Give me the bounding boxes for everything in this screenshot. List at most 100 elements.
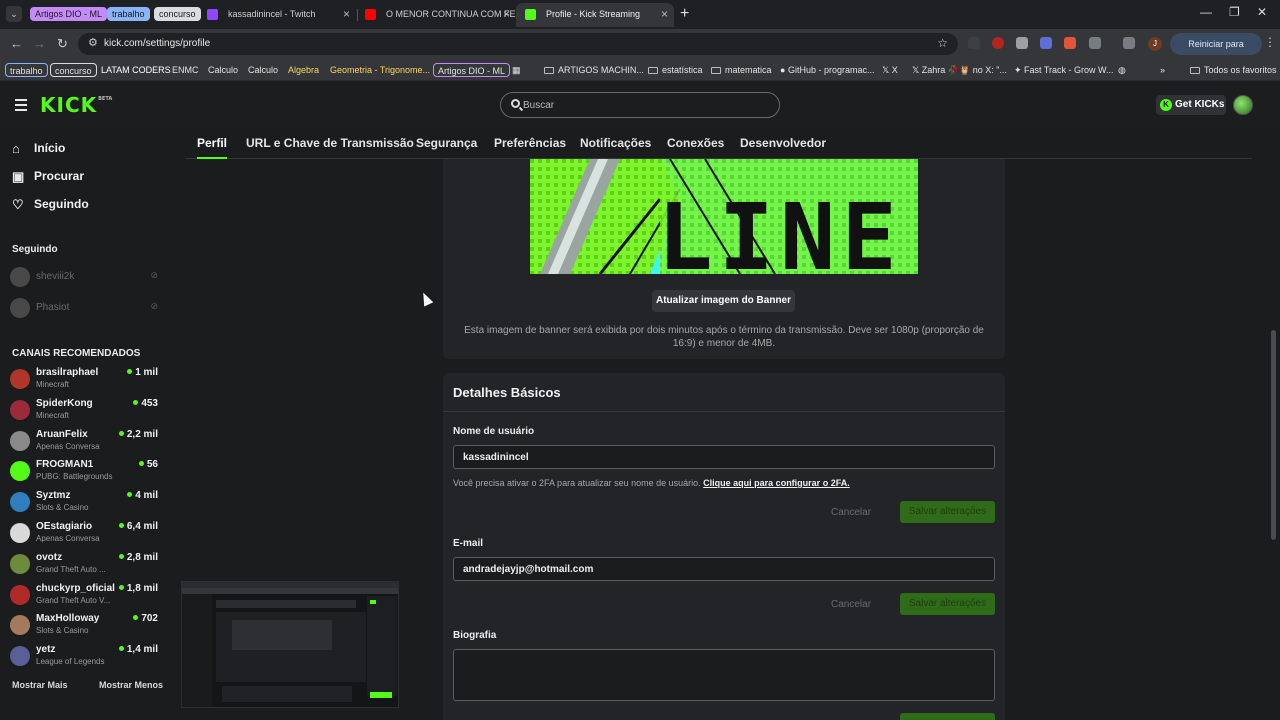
get-kicks-button[interactable]: K Get KICKs [1156,95,1226,115]
close-tab-icon[interactable]: × [503,3,510,26]
divider [443,411,1005,412]
close-tab-icon[interactable]: × [343,3,350,26]
menu-hamburger-icon[interactable] [15,99,27,114]
tab-group-trabalho[interactable]: trabalho [107,7,150,21]
extension-icon[interactable] [968,37,980,49]
tab-preferencias[interactable]: Preferências [494,136,566,150]
bookmark-group-trabalho[interactable]: trabalho [5,63,48,77]
bookmark-item[interactable]: 𝕏 Zahra 🥀🦉 no X: "... [912,63,1007,77]
apps-grid-icon[interactable]: ▦ [512,63,521,77]
browser-menu-icon[interactable]: ⋮ [1264,35,1276,49]
extension-icon[interactable] [1016,37,1028,49]
recommended-channel[interactable]: brasilraphael Minecraft 1 mil [10,367,160,397]
extension-icon[interactable] [1040,37,1052,49]
save-email-button[interactable]: Salvar alterações [900,593,995,615]
recommended-channel[interactable]: yetz League of Legends 1,4 mil [10,644,160,674]
browser-tab-twitch[interactable]: kassadinincel - Twitch × [198,3,356,27]
tab-url-chave[interactable]: URL e Chave de Transmissão [246,136,414,150]
site-info-icon[interactable]: ⚙ [88,36,98,49]
cancel-email-button[interactable]: Cancelar [831,599,871,610]
tab-notificacoes[interactable]: Notificações [580,136,651,150]
following-channel[interactable]: sheviii2k ⊘ [10,265,160,287]
bookmark-group-artigos[interactable]: Artigos DIO - ML [433,63,511,77]
back-icon[interactable]: ← [10,36,23,51]
restore-icon[interactable]: ❐ [1229,5,1240,19]
recommended-channel[interactable]: SpiderKong Minecraft 453 [10,398,160,428]
globe-icon[interactable]: ◍ [1118,63,1126,77]
channel-name: SpiderKong [36,397,93,409]
recommended-channel[interactable]: ovotz Grand Theft Auto ... 2,8 mil [10,552,160,582]
ublock-icon[interactable] [992,37,1004,49]
bookmark-item[interactable]: Calculo [208,63,238,77]
save-bio-button[interactable] [900,713,995,720]
channel-name: sheviii2k [36,271,75,282]
screen-share-preview[interactable] [181,581,399,708]
bookmark-item[interactable]: Algebra [288,63,319,77]
recommended-channel[interactable]: AruanFelix Apenas Conversa 2,2 mil [10,429,160,459]
forward-icon[interactable]: → [33,36,46,51]
bookmark-folder[interactable]: estatística [648,63,703,77]
update-banner-button[interactable]: Atualizar imagem do Banner [652,290,795,312]
recommended-channel[interactable]: chuckyrp_oficial Grand Theft Auto V... 1,8… [10,583,160,613]
extensions-puzzle-icon[interactable] [1089,37,1101,49]
show-less-link[interactable]: Mostrar Menos [99,680,163,690]
profile-avatar[interactable]: J [1148,37,1162,51]
search-input[interactable]: Buscar [500,92,780,118]
kick-logo[interactable]: KICKBETA [40,93,112,117]
url-text[interactable]: kick.com/settings/profile [104,38,210,49]
recommended-channel[interactable]: MaxHolloway Slots & Casino 702 [10,613,160,643]
all-bookmarks-folder[interactable]: Todos os favoritos [1190,63,1277,77]
minimize-icon[interactable]: — [1200,5,1212,19]
reading-list-icon[interactable] [1123,37,1135,49]
new-tab-icon[interactable]: + [680,5,689,23]
tab-desenvolvedor[interactable]: Desenvolvedor [740,136,826,150]
channel-name: brasilraphael [36,367,99,378]
reload-icon[interactable]: ↻ [57,36,68,52]
browser-tab-kick[interactable]: Profile - Kick Streaming × [516,3,674,27]
address-bar[interactable]: ⚙ kick.com/settings/profile ☆ [78,33,958,55]
bookmark-item[interactable]: Geometria - Trigonome... [330,63,430,77]
cancel-username-button[interactable]: Cancelar [831,507,871,518]
channel-category: Slots & Casino [36,503,89,513]
show-more-link[interactable]: Mostrar Mais [12,680,68,690]
more-bookmarks-icon[interactable]: » [1160,63,1165,77]
bookmark-star-icon[interactable]: ☆ [937,36,948,50]
username-field[interactable]: kassadinincel [453,445,995,469]
bookmark-item[interactable]: LATAM CODERS [101,63,171,77]
extension-icon[interactable] [1064,37,1076,49]
sidebar-item-inicio[interactable]: ⌂ Início [12,138,65,158]
sidebar-item-seguindo[interactable]: ♡ Seguindo [12,194,89,214]
email-field[interactable]: andradejayjp@hotmail.com [453,557,995,581]
close-tab-icon[interactable]: × [661,3,668,26]
save-username-button[interactable]: Salvar alterações [900,501,995,523]
bookmark-folder[interactable]: matematica [711,63,772,77]
tab-group-concurso[interactable]: concurso [154,7,201,21]
bio-textarea[interactable] [453,649,995,701]
page-scrollbar[interactable] [1271,330,1276,540]
sidebar-item-procurar[interactable]: ▣ Procurar [12,166,84,186]
bookmark-item[interactable]: ENMC [172,63,199,77]
tab-group-artigos[interactable]: Artigos DIO - ML [30,7,108,21]
user-avatar[interactable] [1233,95,1253,115]
tab-perfil[interactable]: Perfil [197,136,228,159]
bookmark-item[interactable]: Calculo [248,63,278,77]
bookmark-item[interactable]: 𝕏 X [882,63,898,77]
recommended-channel[interactable]: OEstagiario Apenas Conversa 6,4 mil [10,521,160,551]
recommended-channel[interactable]: FROGMAN1 PUBG: Battlegrounds 56 [10,459,160,489]
channel-category: PUBG: Battlegrounds [36,472,113,482]
tab-conexoes[interactable]: Conexões [667,136,724,150]
browser-tab-youtube[interactable]: O MENOR CONTINUA COM FE × [356,3,516,27]
bookmark-item[interactable]: ✦ Fast Track - Grow W... [1014,63,1114,77]
tab-seguranca[interactable]: Segurança [416,136,477,150]
viewer-count: 1,4 mil [119,644,158,655]
bookmark-folder[interactable]: ARTIGOS MACHIN... [544,63,644,77]
following-channel[interactable]: Phasiot ⊘ [10,296,160,318]
configure-2fa-link[interactable]: Clique aqui para configurar o 2FA. [703,478,850,488]
bookmark-item[interactable]: ● GitHub - programac... [780,63,874,77]
window-close-icon[interactable]: ✕ [1257,5,1267,19]
recommended-channel[interactable]: Syztmz Slots & Casino 4 mil [10,490,160,520]
tab-search-icon[interactable]: ⌄ [6,6,22,22]
bookmark-group-concurso[interactable]: concurso [50,63,97,77]
channel-avatar [10,298,30,318]
restart-update-button[interactable]: Reiniciar para atualizar [1170,33,1262,71]
